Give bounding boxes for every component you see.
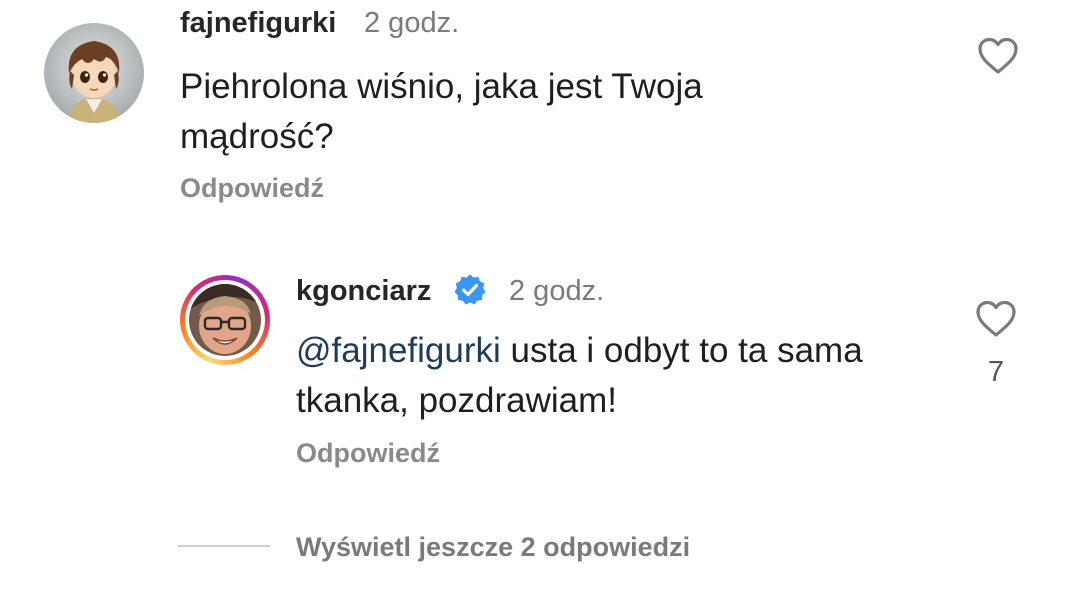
like-count: 7 xyxy=(987,356,1005,388)
view-more-replies-button[interactable]: Wyświetl jeszcze 2 odpowiedzi xyxy=(296,532,690,563)
reply-text-line: @fajnefigurki usta i odbyt to ta sama xyxy=(296,326,956,376)
mention-link[interactable]: @fajnefigurki xyxy=(296,331,501,370)
comment-text-line: mądrość? xyxy=(180,117,334,156)
reply-time: 2 godz. xyxy=(509,275,605,307)
comment-time: 2 godz. xyxy=(364,7,460,39)
reply-username[interactable]: kgonciarz xyxy=(296,275,431,308)
heart-outline-icon xyxy=(978,37,1018,74)
anime-boy-avatar-icon xyxy=(44,23,144,123)
like-button[interactable] xyxy=(977,37,1019,80)
glasses-man-avatar-icon xyxy=(189,284,261,356)
comment-username[interactable]: fajnefigurki xyxy=(180,7,336,40)
reply-button[interactable]: Odpowiedź xyxy=(180,173,324,204)
reply-text-segment: usta i odbyt to ta sama xyxy=(500,331,863,370)
verified-badge xyxy=(453,273,487,312)
reply-button[interactable]: Odpowiedź xyxy=(296,438,440,469)
story-ring-gap xyxy=(185,280,265,360)
comment-text-line: Piehrolona wiśnio, jaka jest Twoja xyxy=(180,67,703,106)
avatar-fajnefigurki[interactable] xyxy=(44,23,144,123)
reply-text-line: tkanka, pozdrawiam! xyxy=(296,381,617,420)
comment-text: Piehrolona wiśnio, jaka jest Twoja mądro… xyxy=(180,62,940,162)
verified-badge-icon xyxy=(454,274,486,305)
replies-divider xyxy=(178,545,270,547)
avatar-kgonciarz[interactable] xyxy=(180,275,270,365)
like-button[interactable] xyxy=(975,300,1017,343)
reply-text: @fajnefigurki usta i odbyt to ta sama tk… xyxy=(296,326,956,426)
heart-outline-icon xyxy=(976,300,1016,337)
